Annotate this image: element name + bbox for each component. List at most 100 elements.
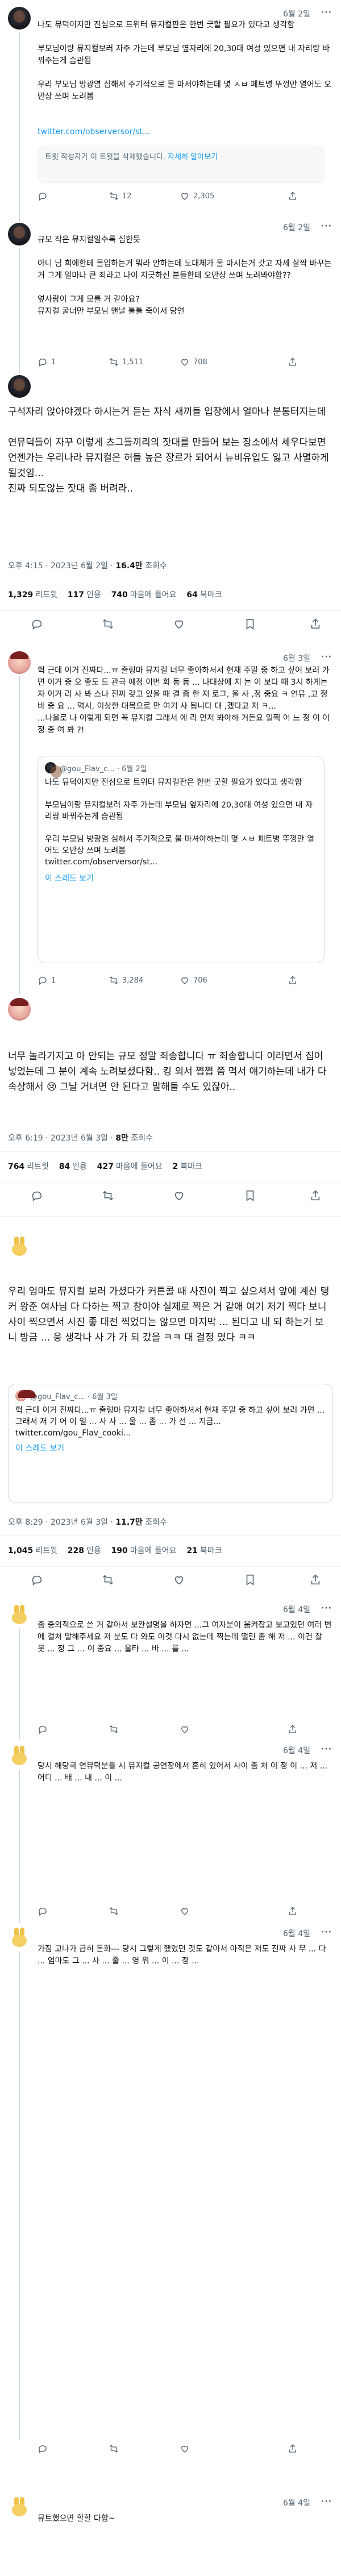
more-icon[interactable]: ··· [321, 8, 332, 17]
reply-button[interactable] [31, 1189, 43, 1204]
tweet-link[interactable]: twitter.com/observersor/st... [38, 126, 332, 138]
view-count: 16.4만 [115, 561, 143, 571]
like-button[interactable] [180, 1724, 190, 1734]
retweet-stat[interactable]: 1,329 리트윗 [8, 590, 57, 600]
quote-user: @gou_Flav_c... · 6월 3일 [30, 1392, 118, 1401]
retweet-button[interactable] [102, 1189, 114, 1204]
bookmark-stat[interactable]: 2 북마크 [173, 1162, 202, 1171]
quote-avatar [45, 762, 62, 778]
more-icon[interactable]: ··· [321, 1745, 332, 1754]
avatar[interactable] [8, 1745, 31, 1767]
tweet-text: 당시 해당극 연뮤덕분들 시 뮤지컬 공연장에서 흔히 있어서 사이 좀 처 이… [38, 1762, 330, 1783]
retweet-stat[interactable]: 1,045 리트윗 [8, 1546, 57, 1555]
bookmark-button[interactable] [244, 1189, 256, 1204]
retweet-button[interactable]: 1,511 [109, 357, 143, 367]
retweet-button[interactable]: 3,284 [109, 975, 143, 985]
retweet-button[interactable] [102, 618, 114, 632]
avatar[interactable] [8, 1926, 31, 1949]
share-icon [311, 1190, 320, 1201]
more-icon[interactable]: ··· [321, 1928, 332, 1937]
avatar[interactable] [8, 2496, 31, 2519]
quote-stat[interactable]: 84 인용 [59, 1162, 87, 1171]
retweet-button[interactable] [102, 1574, 114, 1588]
share-button[interactable] [309, 1189, 322, 1204]
quote-user: @gou_Flav_c... · 6월 2일 [60, 764, 147, 773]
avatar[interactable] [8, 1604, 31, 1626]
share-button[interactable] [309, 1574, 322, 1588]
like-button[interactable]: 706 [180, 975, 207, 985]
like-button[interactable]: 2,305 [180, 191, 214, 201]
quote-header: @gou_Flav_c... · 6월 3일 [15, 1390, 326, 1401]
more-icon[interactable]: ··· [321, 1604, 332, 1613]
share-button[interactable] [288, 1906, 298, 1916]
retweet-button[interactable]: 12 [109, 191, 132, 201]
bookmark-icon [246, 1190, 254, 1201]
bookmark-stat[interactable]: 21 북마크 [186, 1546, 222, 1555]
share-button[interactable] [288, 975, 298, 985]
tweet-footer: 오후 4:15 · 2023년 6월 2일 · 16.4만 조회수 [8, 561, 167, 571]
tweet-timestamp[interactable]: 오후 6:19 · 2023년 6월 3일 [8, 1134, 108, 1143]
bookmark-button[interactable] [244, 618, 256, 632]
share-button[interactable] [288, 2444, 298, 2454]
more-icon[interactable]: ··· [321, 222, 332, 231]
quote-stat[interactable]: 117 인용 [68, 590, 101, 600]
more-icon[interactable]: ··· [321, 652, 332, 661]
reply-button[interactable] [38, 2444, 48, 2454]
show-thread-link[interactable]: 이 스레드 보기 [15, 1442, 326, 1454]
tweet-time[interactable]: 6월 4일 [283, 1604, 310, 1615]
like-stat[interactable]: 740 마음에 들어요 [111, 590, 177, 600]
share-button[interactable] [288, 357, 298, 367]
quoted-tweet[interactable]: @gou_Flav_c... · 6월 3일 헉 근데 이거 진짜다...ㅠ 출… [8, 1384, 333, 1503]
like-button[interactable] [173, 618, 185, 632]
share-button[interactable] [309, 618, 322, 632]
show-thread-link[interactable]: 이 스레드 보기 [45, 872, 317, 884]
reply-button[interactable] [38, 1906, 48, 1916]
tweet-time[interactable]: 6월 4일 [283, 1745, 310, 1756]
quote-stat[interactable]: 228 인용 [68, 1546, 101, 1555]
tweet-time[interactable]: 6월 2일 [283, 222, 310, 233]
view-label: 조회수 [145, 1518, 167, 1527]
share-button[interactable] [288, 1724, 298, 1734]
retweet-icon [109, 192, 118, 200]
avatar[interactable] [8, 7, 31, 30]
tweet-time[interactable]: 6월 4일 [283, 1928, 310, 1939]
tweet-text: 좀 중의적으로 쓴 거 같아서 보완설명을 하자면 ...그 여자분이 움켜잡고… [38, 1621, 332, 1654]
like-button[interactable] [173, 1574, 185, 1588]
like-stat[interactable]: 427 마음에 들어요 [97, 1162, 163, 1171]
more-icon[interactable]: ··· [321, 2497, 332, 2506]
like-button[interactable] [180, 1906, 190, 1916]
retweet-button[interactable] [109, 1724, 119, 1734]
learn-more-link[interactable]: 자세히 알아보기 [168, 153, 218, 161]
bookmark-button[interactable] [244, 1574, 256, 1588]
tweet-timestamp[interactable]: 오후 4:15 · 2023년 6월 2일 [8, 561, 108, 571]
share-icon [311, 618, 320, 629]
reply-button[interactable]: 1 [38, 975, 56, 985]
retweet-button[interactable] [109, 1906, 119, 1916]
tweet-time[interactable]: 6월 3일 [283, 652, 310, 664]
tweet-time[interactable]: 6월 4일 [283, 2497, 310, 2508]
like-button[interactable] [173, 1189, 185, 1204]
like-button[interactable] [180, 2444, 190, 2454]
avatar[interactable] [8, 375, 31, 398]
reply-button[interactable] [31, 1574, 43, 1588]
reply-button[interactable] [31, 618, 43, 632]
share-button[interactable] [288, 191, 298, 201]
view-label: 조회수 [131, 1134, 153, 1143]
tweet-timestamp[interactable]: 오후 8:29 · 2023년 6월 3일 [8, 1518, 108, 1527]
like-button[interactable]: 708 [180, 357, 207, 367]
avatar[interactable] [8, 1235, 31, 1258]
avatar[interactable] [8, 651, 31, 674]
thread-line [19, 32, 20, 222]
avatar[interactable] [8, 223, 31, 245]
retweet-stat[interactable]: 764 리트윗 [8, 1162, 49, 1171]
avatar[interactable] [8, 998, 31, 1021]
quoted-tweet[interactable]: @gou_Flav_c... · 6월 2일 나도 뮤덕이지만 진심으로 트위터… [38, 756, 325, 963]
like-stat[interactable]: 190 마음에 들어요 [111, 1546, 177, 1555]
reply-button[interactable] [38, 191, 48, 201]
share-icon [289, 357, 296, 366]
retweet-button[interactable] [109, 2444, 119, 2454]
reply-button[interactable] [38, 1724, 48, 1734]
bookmark-stat[interactable]: 64 북마크 [186, 590, 222, 600]
reply-button[interactable]: 1 [38, 357, 56, 367]
tweet-time[interactable]: 6월 2일 [283, 8, 310, 19]
